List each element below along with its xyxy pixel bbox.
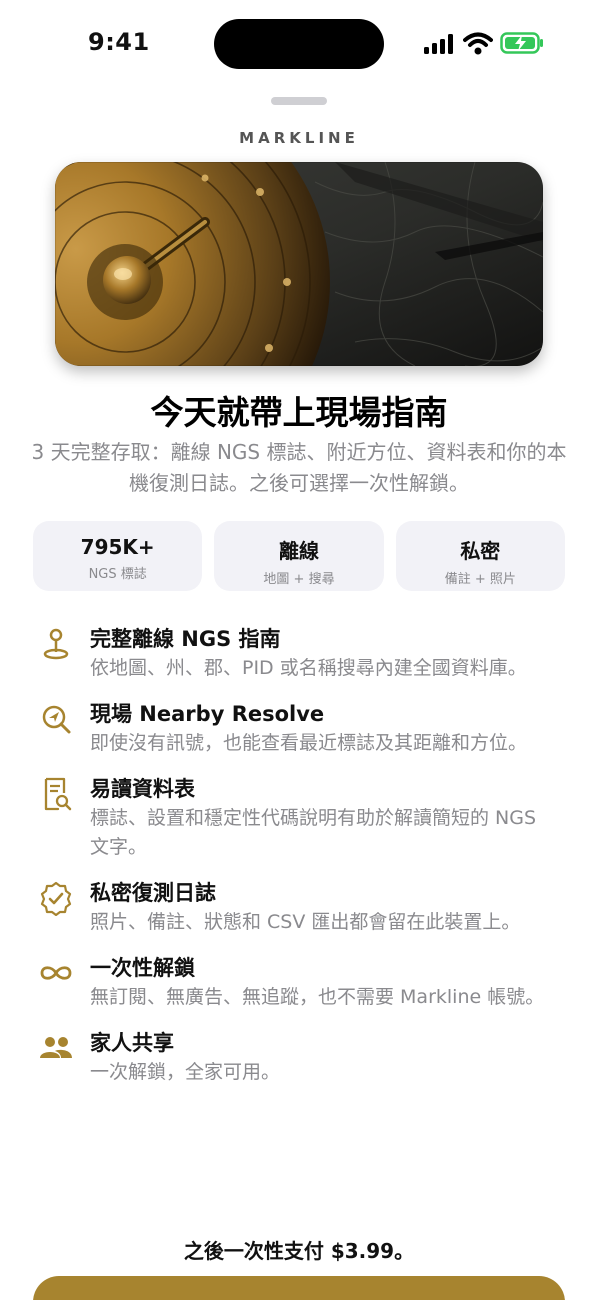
stat-value: 私密 <box>460 539 501 563</box>
stat-value: 795K+ <box>80 535 155 559</box>
stat-card-marks: 795K+ NGS 標誌 <box>33 521 203 591</box>
feature-item: 家人共享 一次解鎖，全家可用。 <box>36 1028 556 1087</box>
feature-desc: 無訂閱、無廣告、無追蹤，也不需要 Markline 帳號。 <box>90 986 545 1008</box>
price-note: 之後一次性支付 $3.99。 <box>183 1239 415 1263</box>
status-bar: 9:41 <box>0 0 598 80</box>
feature-title: 完整離線 NGS 指南 <box>90 627 281 651</box>
feature-desc: 即使沒有訊號，也能查看最近標誌及其距離和方位。 <box>90 732 528 754</box>
stats-row: 795K+ NGS 標誌 離線 地圖 + 搜尋 私密 備註 + 照片 <box>33 521 565 591</box>
page-title: 今天就帶上現場指南 <box>150 393 448 432</box>
location-search-icon <box>42 705 71 734</box>
status-time: 9:41 <box>88 28 150 56</box>
infinity-icon <box>40 966 72 980</box>
feature-title: 私密復測日誌 <box>90 881 216 905</box>
signal-icon <box>424 34 453 54</box>
feature-desc: 照片、備註、狀態和 CSV 匯出都會留在此裝置上。 <box>90 911 521 933</box>
page-subtitle: 3 天完整存取：離線 NGS 標誌、附近方位、資料表和你的本機復測日誌。之後可選… <box>31 440 567 495</box>
hero-illustration <box>55 162 543 366</box>
feature-desc: 標誌、設置和穩定性代碼說明有助於解讀簡短的 NGS 文字。 <box>90 807 537 858</box>
stat-card-offline: 離線 地圖 + 搜尋 <box>214 521 384 591</box>
battery-charging-icon <box>500 32 543 54</box>
feature-item: 私密復測日誌 照片、備註、狀態和 CSV 匯出都會留在此裝置上。 <box>36 878 556 937</box>
feature-title: 易讀資料表 <box>90 777 195 801</box>
wifi-icon <box>463 32 493 55</box>
stat-card-private: 私密 備註 + 照片 <box>395 521 565 591</box>
start-trial-button[interactable] <box>33 1276 565 1300</box>
feature-title: 現場 Nearby Resolve <box>90 702 325 726</box>
document-search-icon <box>44 777 72 811</box>
feature-item: 現場 Nearby Resolve 即使沒有訊號，也能查看最近標誌及其距離和方位… <box>36 699 556 758</box>
feature-desc: 依地圖、州、郡、PID 或名稱搜尋內建全國資料庫。 <box>90 657 527 679</box>
dynamic-island <box>214 19 384 69</box>
hero-image <box>55 162 543 366</box>
feature-item: 易讀資料表 標誌、設置和穩定性代碼說明有助於解讀簡短的 NGS 文字。 <box>36 774 556 862</box>
sheet-grabber[interactable] <box>271 97 327 105</box>
stat-label: 地圖 + 搜尋 <box>263 572 335 587</box>
feature-list: 完整離線 NGS 指南 依地圖、州、郡、PID 或名稱搜尋內建全國資料庫。 現場… <box>36 624 556 1087</box>
paywall-screen: 9:41 MARKLINE 今天就帶上現場指南 3 天完整存取：離線 NGS 標… <box>0 0 598 1300</box>
stat-label: NGS 標誌 <box>88 567 147 582</box>
feature-desc: 一次解鎖，全家可用。 <box>90 1061 281 1083</box>
verified-badge-icon <box>40 881 72 916</box>
feature-item: 完整離線 NGS 指南 依地圖、州、郡、PID 或名稱搜尋內建全國資料庫。 <box>36 624 556 683</box>
map-pin-icon <box>43 628 69 660</box>
people-icon <box>40 1037 72 1058</box>
stat-value: 離線 <box>278 539 319 563</box>
feature-title: 家人共享 <box>90 1031 174 1055</box>
brand-name: MARKLINE <box>239 129 359 147</box>
stat-label: 備註 + 照片 <box>444 572 516 587</box>
feature-item: 一次性解鎖 無訂閱、無廣告、無追蹤，也不需要 Markline 帳號。 <box>36 953 556 1012</box>
feature-title: 一次性解鎖 <box>90 956 195 980</box>
